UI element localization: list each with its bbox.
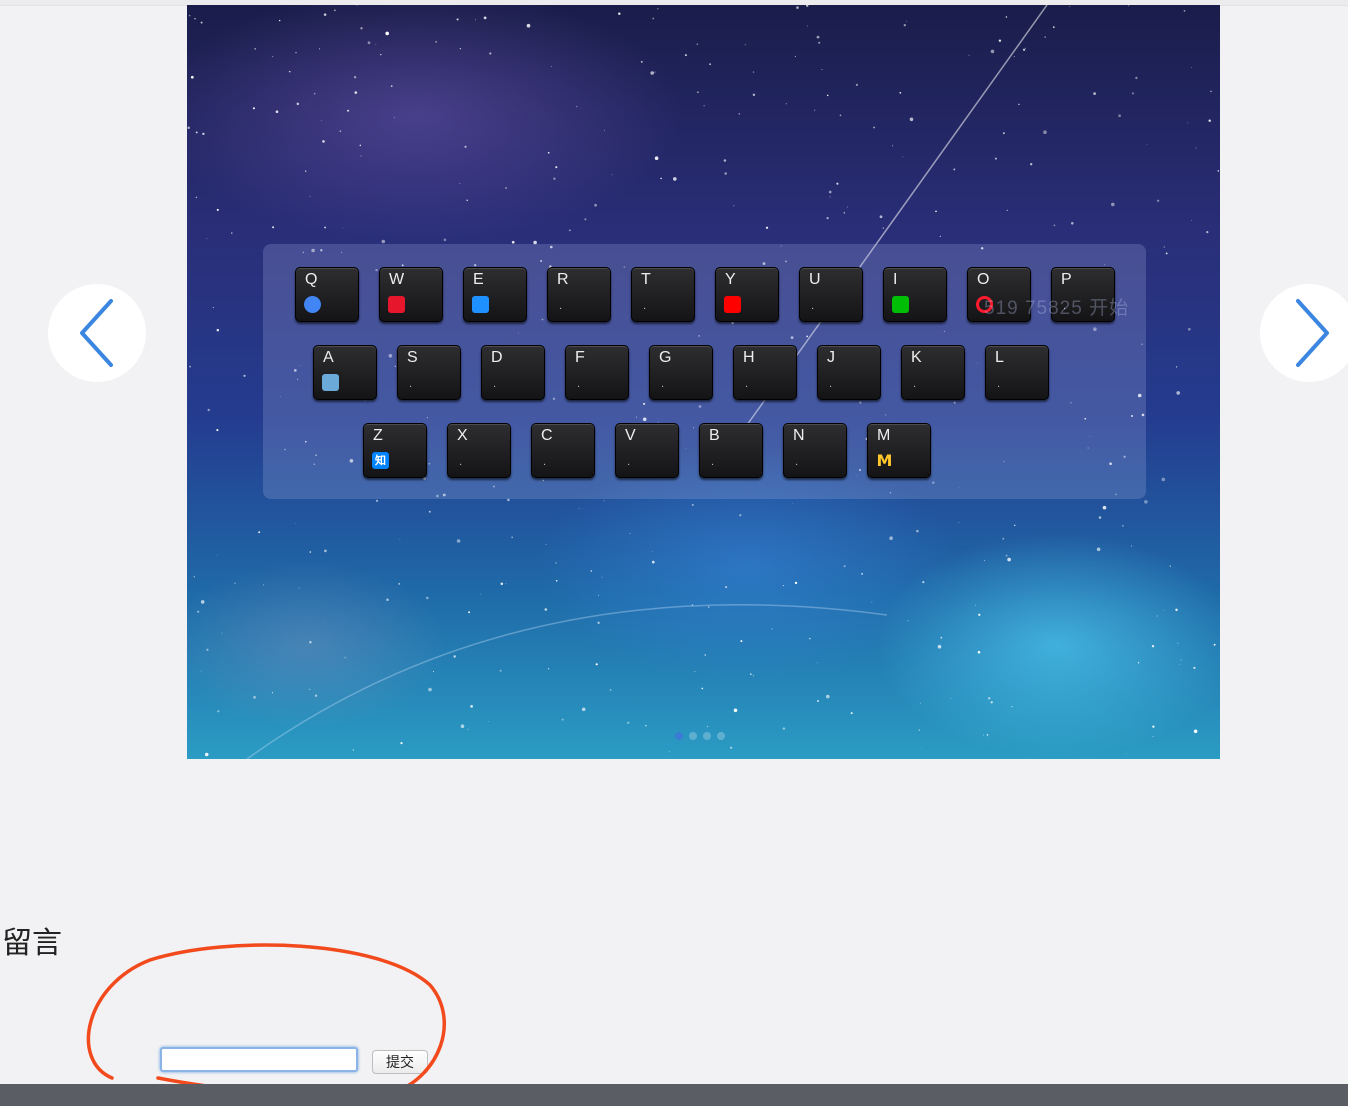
key-placeholder-dot: . [459,457,463,468]
key-placeholder-dot: . [627,457,631,468]
submit-button[interactable]: 提交 [372,1050,428,1074]
ghost-text: 519 75825 开始 [984,298,1130,319]
key-j[interactable]: J. [817,345,881,400]
carousel-prev-button[interactable] [48,284,146,382]
key-letter: X [457,427,468,444]
key-letter: R [557,271,569,288]
carousel-next-button[interactable] [1260,284,1348,382]
ie-icon [472,296,489,313]
key-q[interactable]: Q [295,267,359,322]
key-letter: I [893,271,898,288]
key-placeholder-dot: . [559,301,563,312]
carousel-dot[interactable] [689,732,697,740]
comment-section-title: 留言 [2,926,62,961]
key-l[interactable]: L. [985,345,1049,400]
image-carousel: QWER.T.YU.IOP.AS.D.F.G.H.J.K.L.Z知X.C.V.B… [187,5,1220,759]
key-placeholder-dot: . [493,379,497,390]
key-placeholder-dot: . [811,301,815,312]
key-letter: N [793,427,805,444]
comment-input[interactable] [160,1047,358,1072]
key-placeholder-dot: . [745,379,749,390]
key-z[interactable]: Z知 [363,423,427,478]
key-letter: F [575,349,585,366]
mcdonalds-icon: M [876,451,893,470]
key-letter: T [641,271,651,288]
key-f[interactable]: F. [565,345,629,400]
key-letter: O [977,271,990,288]
key-v[interactable]: V. [615,423,679,478]
key-letter: Q [305,271,318,288]
key-placeholder-dot: . [409,379,413,390]
youtube-icon [724,296,741,313]
key-placeholder-dot: . [795,457,799,468]
key-letter: M [877,427,891,444]
key-placeholder-dot: . [997,379,1001,390]
key-letter: E [473,271,484,288]
key-d[interactable]: D. [481,345,545,400]
key-placeholder-dot: . [829,379,833,390]
key-placeholder-dot: . [661,379,665,390]
carousel-indicators [675,725,731,744]
avatar-icon [322,374,339,391]
key-r[interactable]: R. [547,267,611,322]
key-x[interactable]: X. [447,423,511,478]
key-placeholder-dot: . [711,457,715,468]
key-a[interactable]: A [313,345,377,400]
key-y[interactable]: Y [715,267,779,322]
key-placeholder-dot: . [643,301,647,312]
key-letter: P [1061,271,1072,288]
key-letter: Z [373,427,383,444]
key-letter: D [491,349,503,366]
carousel-dot[interactable] [717,732,725,740]
key-w[interactable]: W [379,267,443,322]
key-i[interactable]: I [883,267,947,322]
key-letter: U [809,271,821,288]
key-letter: L [995,349,1004,366]
chevron-left-icon [80,299,113,367]
key-e[interactable]: E [463,267,527,322]
key-letter: J [827,349,835,366]
key-b[interactable]: B. [699,423,763,478]
key-placeholder-dot: . [913,379,917,390]
key-u[interactable]: U. [799,267,863,322]
key-letter: B [709,427,720,444]
key-c[interactable]: C. [531,423,595,478]
key-placeholder-dot: . [577,379,581,390]
iqiyi-icon [892,296,909,313]
key-n[interactable]: N. [783,423,847,478]
chevron-right-icon [1296,299,1329,367]
key-letter: C [541,427,553,444]
key-letter: W [389,271,405,288]
key-letter: V [625,427,636,444]
chrome-icon [304,296,321,313]
key-m[interactable]: MM [867,423,931,478]
key-letter: A [323,349,334,366]
key-letter: G [659,349,672,366]
key-placeholder-dot: . [543,457,547,468]
key-g[interactable]: G. [649,345,713,400]
key-letter: S [407,349,418,366]
key-letter: K [911,349,922,366]
zhihu-icon: 知 [372,452,389,469]
key-letter: Y [725,271,736,288]
carousel-dot[interactable] [703,732,711,740]
key-letter: H [743,349,755,366]
footer-bar [0,1084,1348,1106]
weibo-icon [388,296,405,313]
key-s[interactable]: S. [397,345,461,400]
carousel-dot[interactable] [675,732,683,740]
key-k[interactable]: K. [901,345,965,400]
keyboard-panel: QWER.T.YU.IOP.AS.D.F.G.H.J.K.L.Z知X.C.V.B… [263,244,1146,499]
key-h[interactable]: H. [733,345,797,400]
key-t[interactable]: T. [631,267,695,322]
